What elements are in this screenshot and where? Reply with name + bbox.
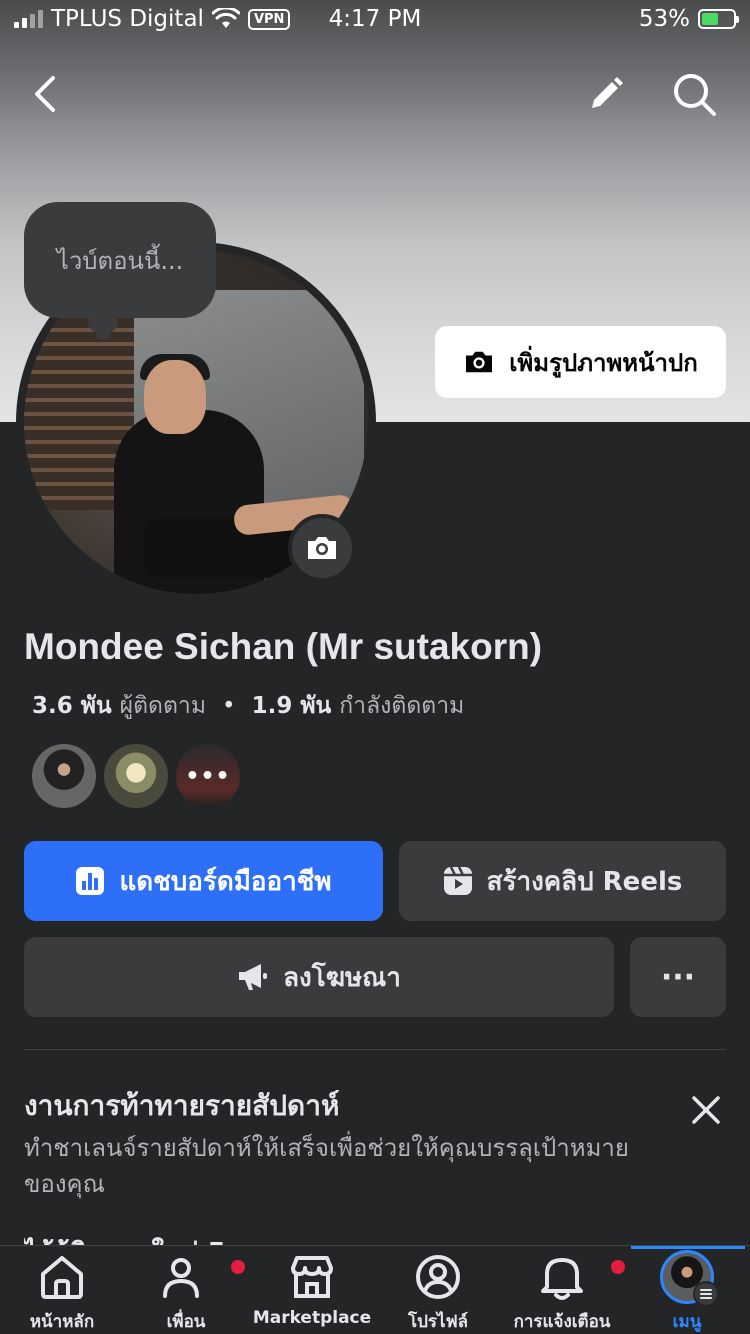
followers-count[interactable]: 3.6 พัน — [32, 688, 112, 724]
tab-label: เพื่อน — [166, 1312, 206, 1332]
close-challenge-button[interactable] — [680, 1086, 732, 1134]
camera-icon — [466, 351, 493, 373]
add-cover-label: เพิ่มรูปภาพหน้าปก — [509, 348, 698, 377]
dashboard-chart-icon — [76, 867, 105, 895]
tab-label: หน้าหลัก — [29, 1312, 95, 1332]
stats-separator: • — [222, 693, 236, 719]
more-options-button[interactable]: ··· — [630, 937, 726, 1017]
follow-stats: 3.6 พัน ผู้ติดตาม • 1.9 พัน กำลังติดตาม — [32, 688, 464, 724]
reels-icon — [443, 866, 472, 895]
professional-dashboard-button[interactable]: แดชบอร์ดมืออาชีพ — [24, 841, 383, 921]
tab-notifications[interactable]: การแจ้งเตือน — [504, 1246, 627, 1334]
note-text: ไวบ์ตอนนี้... — [56, 246, 184, 275]
friend-avatar[interactable] — [104, 744, 168, 808]
chevron-left-icon — [35, 76, 55, 112]
tab-bar: หน้าหลัก เพื่อน Marketplace โปรไฟล์ การแ… — [0, 1245, 750, 1334]
dashboard-label: แดชบอร์ดมืออาชีพ — [119, 866, 332, 897]
add-cover-photo-button[interactable]: เพิ่มรูปภาพหน้าปก — [435, 326, 726, 398]
status-bar: TPLUS Digital VPN 4:17 PM 53% — [0, 0, 750, 40]
following-label[interactable]: กำลังติดตาม — [339, 688, 464, 724]
notification-dot — [609, 1258, 627, 1276]
clock: 4:17 PM — [328, 6, 422, 32]
battery-icon — [698, 9, 739, 29]
more-friends-avatar[interactable]: ••• — [176, 744, 240, 808]
back-button[interactable] — [18, 66, 74, 122]
following-count[interactable]: 1.9 พัน — [252, 688, 332, 724]
tab-friends[interactable]: เพื่อน — [134, 1246, 247, 1334]
search-button[interactable] — [666, 66, 722, 122]
friend-avatar[interactable] — [32, 744, 96, 808]
bell-icon — [541, 1258, 583, 1300]
hamburger-icon — [693, 1281, 719, 1307]
create-reels-button[interactable]: สร้างคลิป Reels — [399, 841, 726, 921]
profile-icon — [416, 1255, 460, 1299]
friends-icon — [163, 1258, 199, 1298]
search-icon — [674, 74, 716, 116]
notification-dot — [229, 1258, 247, 1276]
reels-label: สร้างคลิป Reels — [486, 866, 683, 897]
megaphone-icon — [239, 964, 268, 990]
tab-label: การแจ้งเตือน — [513, 1312, 611, 1332]
advertise-button[interactable]: ลงโฆษณา — [24, 937, 614, 1017]
friend-avatars[interactable]: ••• — [32, 744, 240, 808]
edit-profile-button[interactable] — [578, 66, 634, 122]
tab-profile[interactable]: โปรไฟล์ — [386, 1246, 490, 1334]
tab-label: เมนู — [672, 1312, 702, 1332]
close-icon — [692, 1096, 720, 1124]
tab-home[interactable]: หน้าหลัก — [10, 1246, 114, 1334]
challenge-title: งานการท้าทายรายสัปดาห์ — [24, 1089, 340, 1122]
profile-name: Mondee Sichan (Mr sutakorn) — [24, 626, 543, 667]
tab-menu[interactable]: เมนู — [634, 1246, 740, 1334]
camera-icon — [308, 537, 336, 559]
change-profile-picture-button[interactable] — [288, 514, 356, 582]
challenge-description: ทำชาเลนจ์รายสัปดาห์ให้เสร็จเพื่อช่วยให้ค… — [24, 1134, 629, 1198]
tab-marketplace[interactable]: Marketplace — [250, 1246, 374, 1334]
advertise-label: ลงโฆษณา — [283, 962, 401, 993]
more-icon: ··· — [660, 959, 696, 995]
followers-label[interactable]: ผู้ติดตาม — [120, 688, 206, 724]
challenge-item[interactable]: ได้ผู้ติดตามใหม่ 5 คน — [24, 1232, 270, 1246]
pencil-icon — [592, 77, 623, 108]
marketplace-icon — [291, 1256, 333, 1298]
tab-label: Marketplace — [252, 1308, 372, 1328]
note-bubble[interactable]: ไวบ์ตอนนี้... — [24, 202, 216, 318]
divider — [24, 1049, 726, 1050]
tab-label: โปรไฟล์ — [407, 1312, 469, 1332]
menu-avatar — [660, 1250, 719, 1307]
battery-percent: 53% — [638, 6, 690, 32]
home-icon — [41, 1256, 83, 1299]
